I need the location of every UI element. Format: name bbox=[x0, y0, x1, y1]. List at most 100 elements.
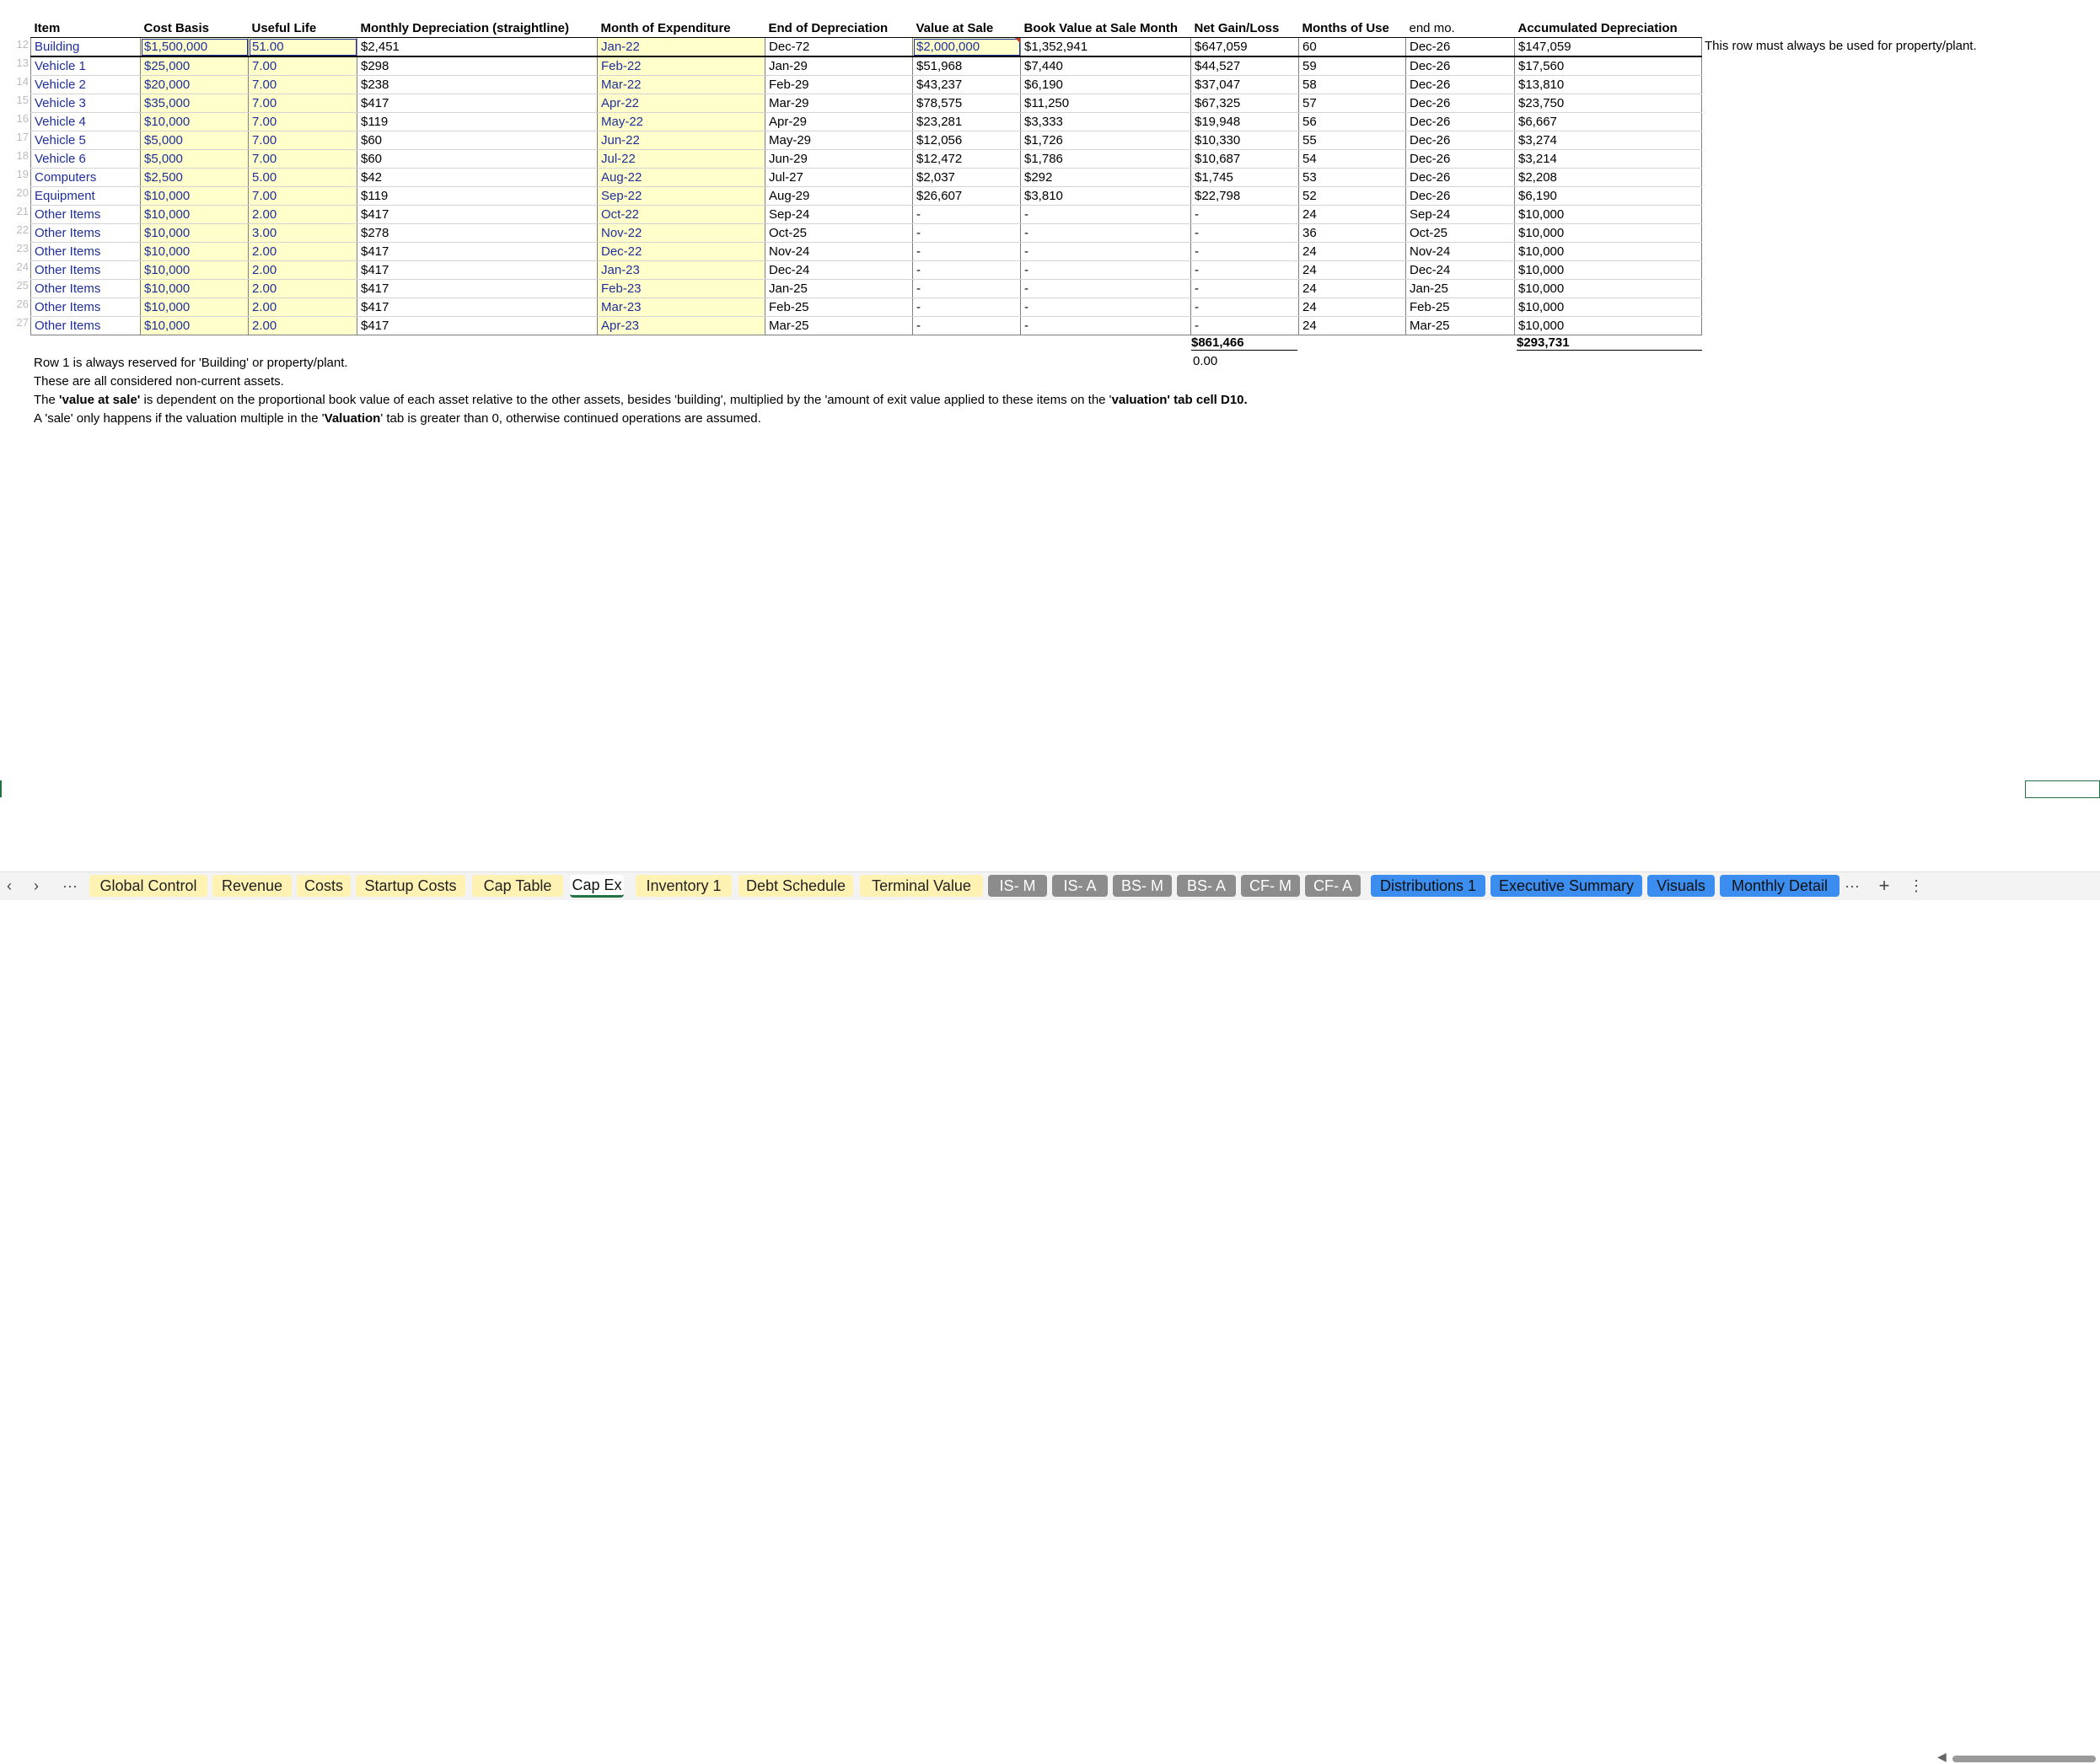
table-cell[interactable]: $12,472 bbox=[912, 149, 1021, 169]
table-cell[interactable]: $42 bbox=[357, 168, 598, 187]
table-cell[interactable]: $10,000 bbox=[140, 205, 249, 224]
sheet-tab[interactable]: CF- M bbox=[1241, 875, 1300, 897]
table-cell[interactable]: $3,214 bbox=[1514, 149, 1702, 169]
table-cell[interactable]: $417 bbox=[357, 94, 598, 113]
row-number[interactable]: 27 bbox=[12, 316, 29, 329]
table-cell[interactable]: Jul-22 bbox=[597, 149, 765, 169]
sheet-tab[interactable]: Visuals bbox=[1647, 875, 1715, 897]
table-cell[interactable]: Dec-26 bbox=[1405, 186, 1515, 206]
table-cell[interactable]: - bbox=[912, 205, 1021, 224]
table-cell[interactable]: 36 bbox=[1298, 223, 1406, 243]
row-number[interactable]: 13 bbox=[12, 56, 29, 69]
table-cell[interactable]: 24 bbox=[1298, 298, 1406, 317]
scroll-left-arrow-icon[interactable]: ◀ bbox=[1937, 1750, 1947, 1764]
sheet-tab[interactable]: BS- A bbox=[1177, 875, 1236, 897]
table-cell[interactable]: $6,190 bbox=[1020, 75, 1191, 94]
table-cell[interactable]: $10,000 bbox=[1514, 316, 1702, 335]
table-cell[interactable]: Vehicle 4 bbox=[30, 112, 141, 131]
table-cell[interactable]: $417 bbox=[357, 260, 598, 280]
table-cell[interactable]: Dec-26 bbox=[1405, 131, 1515, 150]
table-cell[interactable]: $19,948 bbox=[1190, 112, 1299, 131]
table-cell[interactable]: Other Items bbox=[30, 298, 141, 317]
table-cell[interactable]: $51,968 bbox=[912, 56, 1021, 76]
table-cell[interactable]: 2.00 bbox=[248, 205, 357, 224]
table-cell[interactable]: Apr-23 bbox=[597, 316, 765, 335]
column-header[interactable]: Item bbox=[30, 19, 141, 38]
table-cell[interactable]: $43,237 bbox=[912, 75, 1021, 94]
add-sheet-button[interactable]: + bbox=[1875, 875, 1893, 897]
table-cell[interactable]: 2.00 bbox=[248, 260, 357, 280]
table-cell[interactable]: $11,250 bbox=[1020, 94, 1191, 113]
table-cell[interactable]: Dec-26 bbox=[1405, 94, 1515, 113]
table-cell[interactable]: - bbox=[1020, 316, 1191, 335]
table-cell[interactable]: $1,786 bbox=[1020, 149, 1191, 169]
table-cell[interactable]: Jan-22 bbox=[597, 37, 765, 57]
table-cell[interactable]: $1,500,000 bbox=[140, 37, 249, 57]
column-header[interactable]: Cost Basis bbox=[140, 19, 249, 38]
table-cell[interactable]: - bbox=[1190, 260, 1299, 280]
table-cell[interactable]: $10,000 bbox=[140, 223, 249, 243]
column-header[interactable]: Net Gain/Loss bbox=[1190, 19, 1299, 38]
table-cell[interactable]: Jun-22 bbox=[597, 131, 765, 150]
table-cell[interactable]: $119 bbox=[357, 186, 598, 206]
column-header[interactable]: end mo. bbox=[1405, 19, 1515, 38]
table-cell[interactable]: Feb-25 bbox=[765, 298, 913, 317]
table-cell[interactable]: $5,000 bbox=[140, 131, 249, 150]
table-cell[interactable]: $60 bbox=[357, 131, 598, 150]
sheet-tab[interactable]: Revenue bbox=[212, 875, 292, 897]
table-cell[interactable]: 57 bbox=[1298, 94, 1406, 113]
table-cell[interactable]: Mar-23 bbox=[597, 298, 765, 317]
table-cell[interactable]: 60 bbox=[1298, 37, 1406, 57]
table-cell[interactable]: $23,750 bbox=[1514, 94, 1702, 113]
table-cell[interactable]: $3,333 bbox=[1020, 112, 1191, 131]
table-cell[interactable]: $60 bbox=[357, 149, 598, 169]
table-cell[interactable]: Sep-24 bbox=[1405, 205, 1515, 224]
table-cell[interactable]: $10,000 bbox=[140, 298, 249, 317]
table-cell[interactable]: 7.00 bbox=[248, 112, 357, 131]
row-number[interactable]: 21 bbox=[12, 205, 29, 217]
table-cell[interactable]: 58 bbox=[1298, 75, 1406, 94]
table-cell[interactable]: Feb-25 bbox=[1405, 298, 1515, 317]
table-cell[interactable]: Building bbox=[30, 37, 141, 57]
table-cell[interactable]: $10,000 bbox=[1514, 223, 1702, 243]
table-cell[interactable]: Mar-22 bbox=[597, 75, 765, 94]
table-cell[interactable]: 5.00 bbox=[248, 168, 357, 187]
table-cell[interactable]: $2,037 bbox=[912, 168, 1021, 187]
table-cell[interactable]: 52 bbox=[1298, 186, 1406, 206]
sheet-tab[interactable]: BS- M bbox=[1113, 875, 1172, 897]
table-cell[interactable]: Oct-22 bbox=[597, 205, 765, 224]
table-cell[interactable]: Dec-26 bbox=[1405, 112, 1515, 131]
table-cell[interactable]: $17,560 bbox=[1514, 56, 1702, 76]
sheet-tab[interactable]: Debt Schedule bbox=[738, 875, 853, 897]
table-cell[interactable]: 3.00 bbox=[248, 223, 357, 243]
prev-sheet-button[interactable]: ‹ bbox=[2, 875, 17, 897]
table-cell[interactable]: $7,440 bbox=[1020, 56, 1191, 76]
table-cell[interactable]: Nov-22 bbox=[597, 223, 765, 243]
table-cell[interactable]: Jul-27 bbox=[765, 168, 913, 187]
table-cell[interactable]: $292 bbox=[1020, 168, 1191, 187]
table-cell[interactable]: May-22 bbox=[597, 112, 765, 131]
table-cell[interactable]: Dec-24 bbox=[1405, 260, 1515, 280]
table-cell[interactable]: $6,190 bbox=[1514, 186, 1702, 206]
row-number[interactable]: 23 bbox=[12, 242, 29, 255]
table-cell[interactable]: $417 bbox=[357, 316, 598, 335]
table-cell[interactable]: 7.00 bbox=[248, 94, 357, 113]
table-cell[interactable]: Sep-22 bbox=[597, 186, 765, 206]
table-cell[interactable]: - bbox=[912, 260, 1021, 280]
table-cell[interactable]: $10,000 bbox=[1514, 298, 1702, 317]
sheet-tab[interactable]: Monthly Detail bbox=[1720, 875, 1840, 897]
table-cell[interactable]: 7.00 bbox=[248, 75, 357, 94]
table-cell[interactable]: 24 bbox=[1298, 242, 1406, 261]
table-cell[interactable]: $647,059 bbox=[1190, 37, 1299, 57]
table-cell[interactable]: $12,056 bbox=[912, 131, 1021, 150]
column-header[interactable]: End of Depreciation bbox=[765, 19, 913, 38]
table-cell[interactable]: $3,810 bbox=[1020, 186, 1191, 206]
table-cell[interactable]: 54 bbox=[1298, 149, 1406, 169]
table-cell[interactable]: 24 bbox=[1298, 260, 1406, 280]
sheet-tab[interactable]: Terminal Value bbox=[860, 875, 983, 897]
table-cell[interactable]: $13,810 bbox=[1514, 75, 1702, 94]
table-cell[interactable]: Vehicle 5 bbox=[30, 131, 141, 150]
column-header[interactable]: Monthly Depreciation (straightline) bbox=[357, 19, 598, 38]
table-cell[interactable]: $22,798 bbox=[1190, 186, 1299, 206]
table-cell[interactable]: $10,000 bbox=[1514, 279, 1702, 298]
